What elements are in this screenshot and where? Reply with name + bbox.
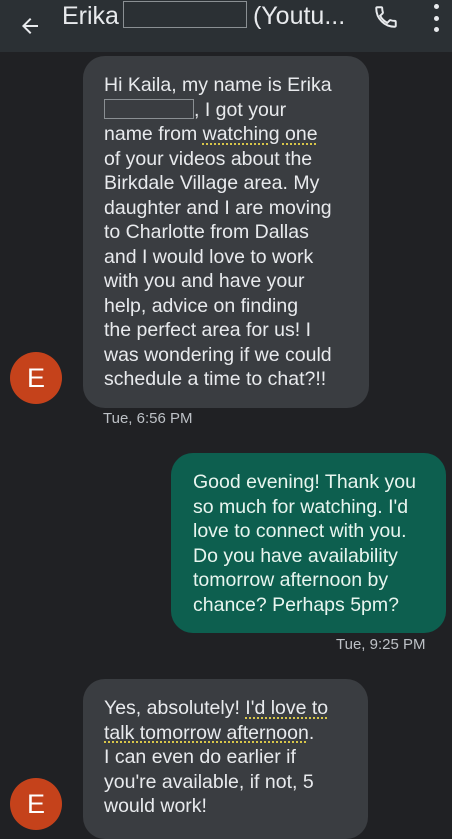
message-timestamp: Tue, 6:56 PM [103,410,193,427]
more-dot [433,27,439,32]
underlined-text: watching one [202,123,318,145]
redacted-text-box [104,98,194,119]
message-text: Yes, absolutely! [104,697,246,719]
avatar[interactable]: E [10,352,62,404]
avatar[interactable]: E [10,778,62,830]
message-bubble-incoming[interactable]: Yes, absolutely! I'd love to talk tomorr… [83,679,368,839]
back-button[interactable] [14,10,46,42]
message-timestamp: Tue, 9:25 PM [336,636,426,653]
contact-name-first: Erika [62,2,119,30]
arrow-left-icon [22,18,38,34]
redacted-name-box [122,1,247,28]
app-bar: Erika (Youtu... [0,0,452,52]
contact-name-suffix: (Youtu... [252,2,346,30]
more-dot [433,15,439,21]
message-text: of your videos about the Birkdale Villag… [104,147,332,391]
message-text: Good evening! Thank you so much for watc… [193,471,416,616]
contact-name[interactable]: Erika (Youtu... [62,0,362,32]
more-options-button[interactable] [426,4,446,32]
call-button[interactable] [370,2,402,32]
message-bubble-outgoing[interactable]: Good evening! Thank you so much for watc… [171,453,446,633]
message-text: Hi Kaila, my name is Erika [104,74,332,96]
avatar-letter: E [26,788,45,819]
avatar-letter: E [26,362,45,393]
message-bubble-incoming[interactable]: Hi Kaila, my name is Erika , I got your … [83,56,369,408]
more-vert-icon [433,4,439,9]
phone-icon [375,6,397,28]
